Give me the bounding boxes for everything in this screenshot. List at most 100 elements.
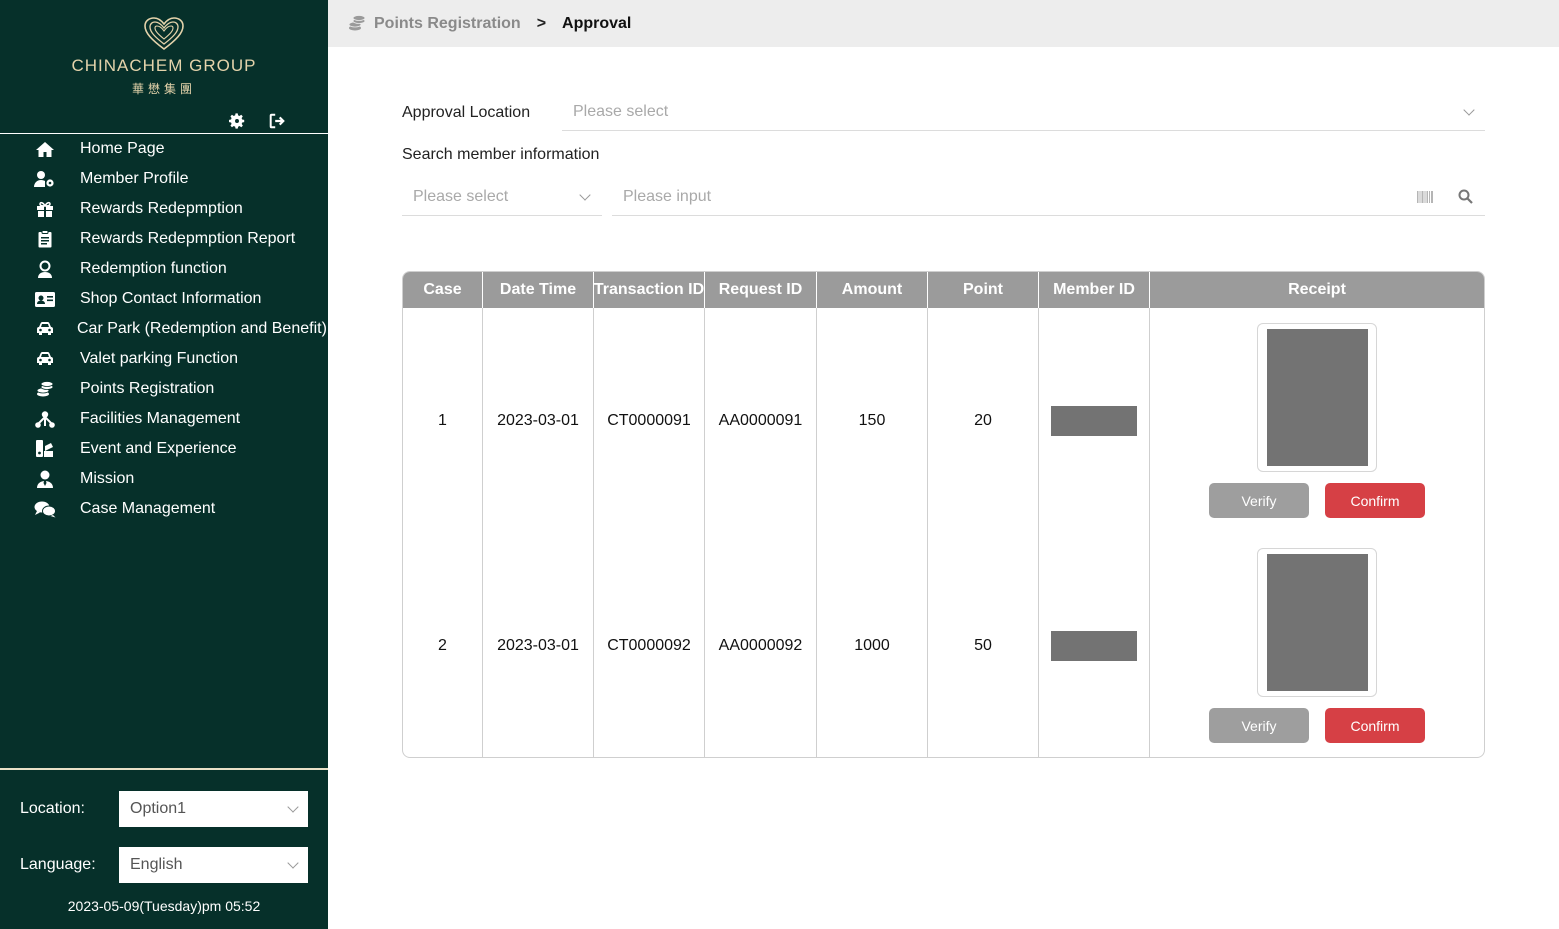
sidebar-item-rewards-redemption-report[interactable]: Rewards Redepmption Report: [0, 224, 328, 254]
sidebar-item-case-management[interactable]: Case Management: [0, 494, 328, 524]
table-header: Case Date Time Transaction ID Request ID…: [403, 272, 1484, 308]
search-type-placeholder: Please select: [413, 187, 509, 205]
heart-logo-icon: [144, 17, 184, 51]
cell-date-time: 2023-03-01: [483, 533, 594, 757]
search-member-label: Search member information: [402, 146, 600, 163]
sidebar-item-label: Shop Contact Information: [80, 290, 262, 307]
sidebar-item-shop-contact-information[interactable]: Shop Contact Information: [0, 284, 328, 314]
sidebar-item-event-and-experience[interactable]: Event and Experience: [0, 434, 328, 464]
table-row: 1 2023-03-01 CT0000091 AA0000091 150 20 …: [403, 308, 1484, 533]
sidebar-item-label: Rewards Redepmption Report: [80, 230, 296, 247]
cell-request-id: AA0000092: [705, 533, 817, 757]
location-field: Location: Option1: [20, 791, 308, 827]
sidebar-item-label: Rewards Redepmption: [80, 200, 243, 217]
sidebar-nav: Home Page Member Profile Rewards Redepmp…: [0, 134, 328, 524]
cell-amount: 150: [817, 308, 928, 533]
cell-receipt: Verify Confirm: [1150, 308, 1484, 533]
event-icon: [34, 440, 56, 458]
language-label: Language:: [20, 856, 96, 873]
sidebar-item-label: Facilities Management: [80, 410, 241, 427]
sidebar-item-label: Car Park (Redemption and Benefit): [77, 320, 327, 337]
verify-button[interactable]: Verify: [1209, 483, 1309, 518]
gift-icon: [34, 200, 56, 218]
approval-location-label: Approval Location: [402, 104, 531, 121]
approval-table: Case Date Time Transaction ID Request ID…: [402, 271, 1485, 758]
cell-date-time: 2023-03-01: [483, 308, 594, 533]
brand-logo: CHINACHEM GROUP 華懋集團: [0, 16, 328, 97]
chevron-down-icon: [1463, 104, 1475, 116]
verify-button[interactable]: Verify: [1209, 708, 1309, 743]
sidebar-item-member-profile[interactable]: Member Profile: [0, 164, 328, 194]
comments-icon: [34, 500, 56, 518]
id-card-icon: [34, 290, 56, 308]
sidebar: CHINACHEM GROUP 華懋集團 Home Page Member Pr…: [0, 0, 328, 929]
column-header-receipt: Receipt: [1288, 281, 1346, 298]
receipt-actions: Verify Confirm: [1209, 483, 1425, 518]
breadcrumb-parent-link[interactable]: Points Registration: [374, 15, 521, 33]
table-row: 2 2023-03-01 CT0000092 AA0000092 1000 50…: [403, 533, 1484, 757]
column-header-member-id: Member ID: [1039, 272, 1150, 308]
user-badge-icon: [34, 260, 56, 278]
sidebar-item-rewards-redemption[interactable]: Rewards Redepmption: [0, 194, 328, 224]
sidebar-item-valet-parking[interactable]: Valet parking Function: [0, 344, 328, 374]
column-header-amount: Amount: [817, 272, 928, 308]
confirm-button[interactable]: Confirm: [1325, 483, 1425, 518]
cell-case: 1: [403, 308, 483, 533]
car-icon: [34, 350, 56, 368]
brand-name-en: CHINACHEM GROUP: [71, 56, 257, 75]
sidebar-item-car-park[interactable]: Car Park (Redemption and Benefit): [0, 314, 328, 344]
cell-member-id: [1039, 533, 1150, 757]
home-icon: [34, 140, 56, 158]
receipt-image-placeholder: [1266, 554, 1368, 691]
breadcrumb-separator: >: [536, 14, 547, 32]
member-id-redacted: [1051, 405, 1137, 436]
barcode-icon[interactable]: [1416, 188, 1434, 206]
search-type-select[interactable]: Please select: [402, 178, 602, 216]
receipt-image-placeholder: [1266, 329, 1368, 466]
sitemap-icon: [34, 410, 56, 428]
confirm-button[interactable]: Confirm: [1325, 708, 1425, 743]
cell-transaction-id: CT0000091: [594, 308, 705, 533]
sidebar-item-points-registration[interactable]: Points Registration: [0, 374, 328, 404]
language-select[interactable]: English: [119, 847, 308, 883]
clipboard-icon: [34, 230, 56, 248]
sidebar-item-label: Redemption function: [80, 260, 227, 277]
page-title: Approval: [562, 14, 632, 32]
sidebar-bottom-divider: [0, 768, 328, 770]
sidebar-item-home-page[interactable]: Home Page: [0, 134, 328, 164]
location-select[interactable]: Option1: [119, 791, 308, 827]
gear-icon[interactable]: [228, 112, 246, 130]
current-datetime: 2023-05-09(Tuesday)pm 05:52: [67, 898, 261, 914]
sidebar-item-label: Member Profile: [80, 170, 189, 187]
sidebar-item-label: Event and Experience: [80, 440, 237, 457]
column-header-transaction-id: Transaction ID: [594, 272, 705, 308]
approval-location-placeholder: Please select: [573, 103, 669, 120]
sidebar-item-facilities-management[interactable]: Facilities Management: [0, 404, 328, 434]
receipt-thumbnail[interactable]: [1257, 323, 1377, 472]
search-input-wrapper: [612, 178, 1485, 216]
search-icon[interactable]: [1456, 188, 1474, 206]
user-cog-icon: [34, 170, 56, 188]
car-icon: [34, 320, 56, 338]
receipt-thumbnail[interactable]: [1257, 548, 1377, 697]
sidebar-item-mission[interactable]: Mission: [0, 464, 328, 494]
sidebar-top-actions: [228, 112, 286, 130]
approval-location-select[interactable]: Please select: [562, 94, 1485, 131]
coins-icon: [348, 14, 366, 33]
cell-member-id: [1039, 308, 1150, 533]
language-field: Language: English: [20, 847, 308, 883]
receipt-actions: Verify Confirm: [1209, 708, 1425, 743]
cell-point: 20: [928, 308, 1039, 533]
chevron-down-icon: [287, 801, 299, 813]
sign-out-icon[interactable]: [268, 112, 286, 130]
cell-request-id: AA0000091: [705, 308, 817, 533]
sidebar-item-label: Case Management: [80, 500, 216, 517]
sidebar-item-redemption-function[interactable]: Redemption function: [0, 254, 328, 284]
cell-transaction-id: CT0000092: [594, 533, 705, 757]
column-header-date-time: Date Time: [483, 272, 594, 308]
cell-amount: 1000: [817, 533, 928, 757]
user-tie-icon: [34, 470, 56, 488]
search-input[interactable]: [623, 187, 1394, 206]
column-header-request-id: Request ID: [705, 272, 817, 308]
sidebar-item-label: Mission: [80, 470, 135, 487]
